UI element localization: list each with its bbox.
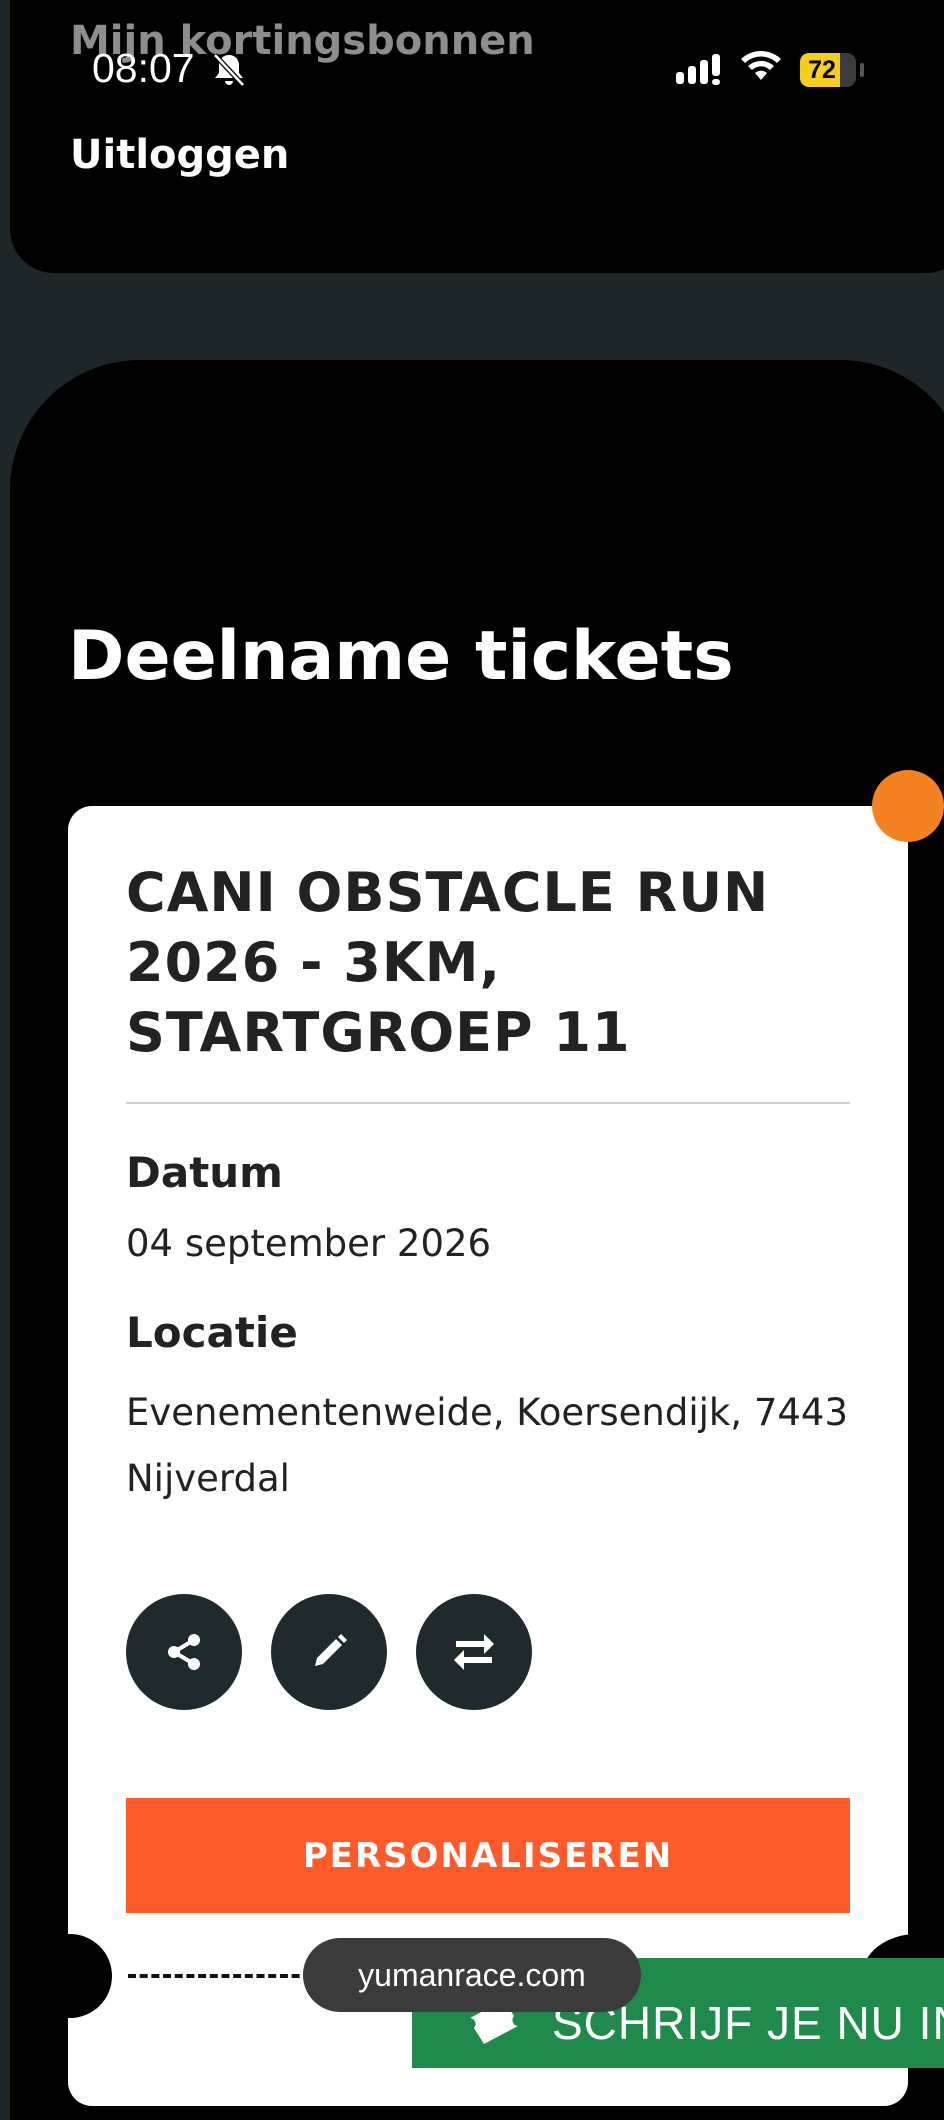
share-button[interactable] — [126, 1594, 242, 1710]
location-label: Locatie — [126, 1308, 298, 1357]
battery-icon: 72 — [800, 53, 856, 87]
transfer-button[interactable] — [416, 1594, 532, 1710]
share-icon — [168, 1634, 200, 1670]
status-bar: 08:07 72 — [0, 0, 944, 140]
section-title: Deelname tickets — [68, 617, 734, 696]
edit-button[interactable] — [271, 1594, 387, 1710]
status-time: 08:07 — [92, 45, 195, 91]
url-bar[interactable]: yumanrace.com — [303, 1938, 641, 2012]
ticket-notch-left — [28, 1934, 112, 2018]
edit-icon — [315, 1634, 347, 1666]
signal-icon — [676, 54, 720, 85]
wifi-icon — [741, 51, 781, 80]
date-label: Datum — [126, 1148, 283, 1197]
orange-dot-decoration — [872, 770, 944, 842]
bell-off-icon — [213, 53, 245, 87]
ticket-title: CANI OBSTACLE RUN 2026 - 3KM, STARTGROEP… — [126, 861, 770, 1064]
personalize-button[interactable]: PERSONALISEREN — [126, 1798, 850, 1913]
location-value: Evenementenweide, Koersendijk, 7443 Nijv… — [126, 1391, 848, 1500]
battery-level: 72 — [808, 56, 836, 84]
divider — [126, 1102, 850, 1104]
date-value: 04 september 2026 — [126, 1222, 492, 1265]
transfer-icon — [454, 1634, 494, 1670]
